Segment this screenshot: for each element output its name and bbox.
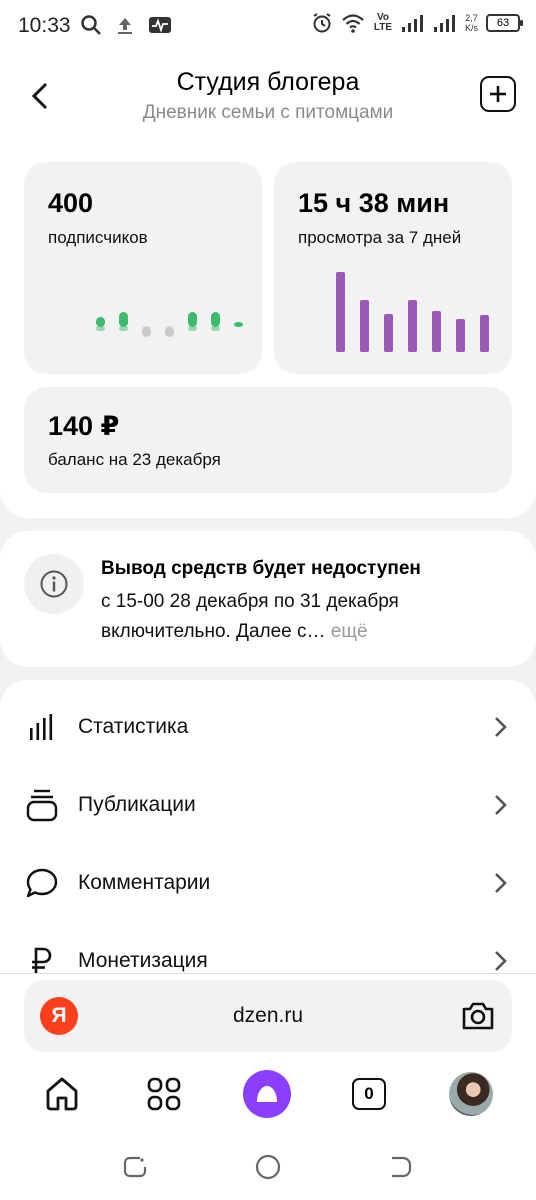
- balance-value: 140 ₽: [48, 411, 120, 441]
- menu-label-publications: Публикации: [78, 793, 196, 816]
- subscribers-card[interactable]: 400 подписчиков: [24, 162, 262, 374]
- menu-item-comments[interactable]: Комментарии: [0, 844, 536, 922]
- notice-more-link[interactable]: ещё: [331, 621, 368, 642]
- subscribers-bar-base: [211, 326, 220, 331]
- comment-icon: [24, 865, 60, 901]
- notice-body: с 15-00 28 декабря по 31 декабря включит…: [101, 587, 501, 647]
- studio-header-card: Студия блогера Дневник семьи с питомцами…: [0, 56, 536, 518]
- add-publication-button[interactable]: [480, 76, 516, 112]
- battery-level: 63: [496, 17, 510, 29]
- address-bar[interactable]: Я dzen.ru: [24, 980, 512, 1052]
- home-nav-button[interactable]: [253, 1152, 283, 1182]
- speed-value: 2,7: [465, 13, 478, 23]
- studio-menu: Статистика Публикации Комментарии Монети…: [0, 680, 536, 980]
- status-left-icons: [80, 14, 172, 36]
- channel-name: Дневник семьи с питомцами: [142, 102, 394, 123]
- camera-icon[interactable]: [458, 996, 498, 1036]
- chevron-right-icon: [495, 717, 507, 737]
- notice-title: Вывод средств будет недоступен: [101, 558, 421, 579]
- views-bar: [456, 319, 465, 352]
- subscribers-bar: [211, 312, 220, 327]
- subscribers-bar: [119, 312, 128, 327]
- subscribers-bar-base: [165, 326, 174, 331]
- chevron-right-icon: [495, 951, 507, 971]
- bar-chart-icon: [24, 709, 60, 745]
- views-card[interactable]: 15 ч 38 мин просмотра за 7 дней: [274, 162, 512, 374]
- balance-card[interactable]: 140 ₽ баланс на 23 декабря: [24, 387, 512, 493]
- alice-button[interactable]: [237, 1064, 297, 1124]
- home-icon: [46, 1077, 78, 1111]
- wifi-icon: [342, 14, 364, 33]
- balance-label: баланс на 23 декабря: [48, 450, 221, 469]
- views-bar: [384, 314, 393, 352]
- home-button[interactable]: [32, 1064, 92, 1124]
- views-bar: [360, 300, 369, 352]
- views-bar: [432, 311, 441, 352]
- tabs-count: 0: [352, 1078, 386, 1110]
- subscribers-bar-base: [142, 326, 151, 331]
- views-chart: [336, 272, 489, 352]
- activity-icon: [149, 17, 171, 33]
- recent-apps-button[interactable]: [120, 1152, 150, 1182]
- back-nav-button[interactable]: [386, 1152, 416, 1182]
- services-button[interactable]: [134, 1064, 194, 1124]
- grid-icon: [147, 1077, 181, 1111]
- network-speed: 2,7 K/s: [465, 13, 478, 33]
- subscribers-bar-base: [96, 326, 105, 331]
- search-icon: [81, 15, 101, 35]
- browser-chrome: Я dzen.ru 0: [0, 974, 536, 1200]
- status-time: 10:33: [18, 14, 71, 37]
- subscribers-bar: [96, 317, 105, 327]
- menu-label-statistics: Статистика: [78, 715, 189, 738]
- profile-button[interactable]: [441, 1064, 501, 1124]
- subscribers-bar-base: [119, 326, 128, 331]
- menu-item-monetization[interactable]: Монетизация: [0, 922, 536, 980]
- signal-icon-2: [433, 15, 455, 32]
- menu-label-monetization: Монетизация: [78, 949, 208, 972]
- plus-icon: [490, 86, 506, 102]
- info-icon: [24, 554, 84, 614]
- system-nav-bar: [0, 1134, 536, 1200]
- stack-icon: [24, 787, 60, 823]
- subscribers-bar: [188, 312, 197, 327]
- url-text[interactable]: dzen.ru: [24, 1004, 512, 1028]
- page-title: Студия блогера: [176, 68, 360, 96]
- avatar: [449, 1072, 493, 1116]
- speed-unit: K/s: [464, 23, 478, 33]
- subscribers-bar: [234, 322, 243, 327]
- withdrawal-notice[interactable]: Вывод средств будет недоступен с 15-00 2…: [0, 531, 536, 667]
- status-bar: 10:33 Vo LTE 2,7 K/s 63: [0, 0, 536, 56]
- chevron-right-icon: [495, 795, 507, 815]
- battery-icon: 63: [486, 14, 523, 32]
- tabs-button[interactable]: 0: [339, 1064, 399, 1124]
- chevron-right-icon: [495, 873, 507, 893]
- upload-icon: [118, 18, 132, 34]
- menu-label-comments: Комментарии: [78, 871, 211, 894]
- menu-item-statistics[interactable]: Статистика: [0, 688, 536, 766]
- views-bar: [480, 315, 489, 352]
- status-right-icons: Vo LTE 2,7 K/s 63: [311, 12, 523, 34]
- subscribers-bar-base: [188, 326, 197, 331]
- signal-icon: [401, 15, 423, 32]
- views-bar: [336, 272, 345, 352]
- views-bar: [408, 300, 417, 352]
- network-type: Vo LTE: [373, 12, 393, 33]
- alice-icon: [243, 1070, 291, 1118]
- menu-item-publications[interactable]: Публикации: [0, 766, 536, 844]
- alarm-icon: [313, 13, 331, 33]
- browser-tab-bar: 0: [0, 1064, 536, 1124]
- subscribers-chart: [96, 312, 243, 337]
